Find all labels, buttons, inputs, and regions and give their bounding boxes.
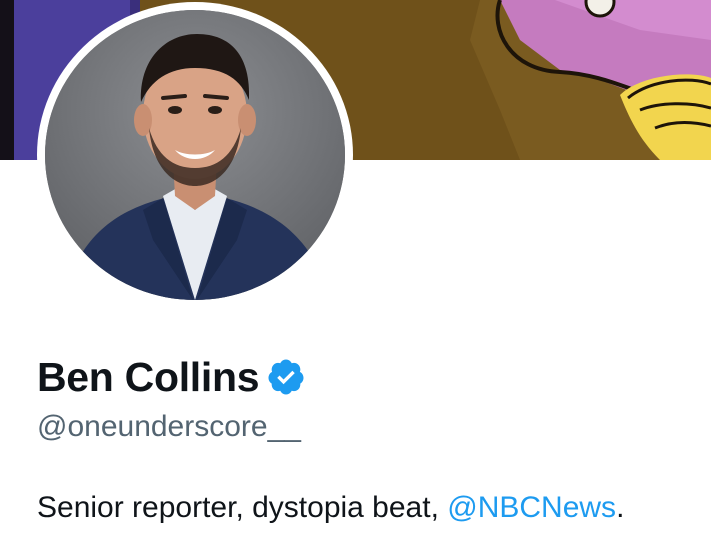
profile-bio: Senior reporter, dystopia beat, @NBCNews… xyxy=(37,488,624,528)
profile-avatar[interactable] xyxy=(37,2,353,308)
bio-text-end: . xyxy=(616,491,625,524)
avatar-portrait-illustration xyxy=(45,10,345,300)
profile-name-row: Ben Collins xyxy=(37,352,306,402)
verified-badge-icon xyxy=(266,357,306,397)
bio-mention-link[interactable]: @NBCNews xyxy=(447,491,616,524)
profile-handle: @oneunderscore__ xyxy=(37,410,301,443)
display-name: Ben Collins xyxy=(37,354,260,400)
avatar-photo xyxy=(45,10,345,300)
bio-text: Senior reporter, dystopia beat, xyxy=(37,491,448,524)
profile-page: Ben Collins @oneunderscore__ Senior repo… xyxy=(0,0,711,536)
